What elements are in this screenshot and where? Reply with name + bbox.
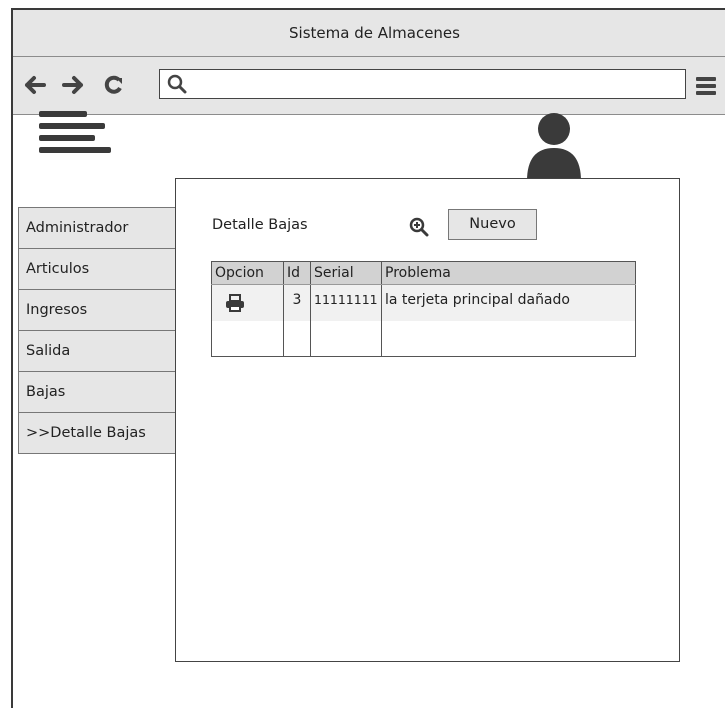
table-row — [211, 320, 636, 357]
column-header-id[interactable]: Id — [283, 261, 311, 285]
sidebar-item-articulos[interactable]: Articulos — [19, 249, 186, 290]
hamburger-menu-icon[interactable] — [39, 111, 111, 159]
search-icon — [167, 74, 187, 94]
column-header-serial[interactable]: Serial — [310, 261, 382, 285]
table-row[interactable]: 3 11111111 la terjeta principal dañado — [211, 284, 636, 321]
option-cell — [211, 284, 284, 321]
sidebar-item-ingresos[interactable]: Ingresos — [19, 290, 186, 331]
browser-menu-icon[interactable] — [696, 77, 716, 98]
user-avatar-icon[interactable] — [526, 109, 582, 189]
table-header-row: Opcion Id Serial Problema — [211, 261, 636, 285]
printer-icon[interactable] — [225, 294, 245, 316]
reload-icon[interactable] — [103, 75, 125, 100]
content-panel: Detalle Bajas Nuevo Opcion Id Serial Pro… — [175, 178, 680, 662]
sidebar-nav: Administrador Articulos Ingresos Salida … — [18, 207, 186, 454]
forward-arrow-icon[interactable] — [61, 75, 85, 100]
page-title: Detalle Bajas — [212, 217, 308, 233]
zoom-in-icon[interactable] — [409, 217, 429, 241]
column-header-opcion[interactable]: Opcion — [211, 261, 284, 285]
id-cell: 3 — [283, 284, 311, 321]
window-title: Sistema de Almacenes — [289, 24, 460, 42]
sidebar-item-administrador[interactable]: Administrador — [19, 208, 186, 249]
address-bar[interactable] — [159, 69, 686, 99]
title-bar: Sistema de Almacenes — [13, 10, 725, 57]
detail-table: Opcion Id Serial Problema 3 11111111 la … — [211, 261, 636, 357]
serial-cell: 11111111 — [310, 284, 382, 321]
back-arrow-icon[interactable] — [23, 75, 47, 100]
column-header-problema[interactable]: Problema — [381, 261, 636, 285]
problema-cell: la terjeta principal dañado — [381, 284, 636, 321]
sidebar-item-bajas[interactable]: Bajas — [19, 372, 186, 413]
browser-toolbar — [13, 57, 725, 115]
sidebar-item-detalle-bajas[interactable]: >>Detalle Bajas — [19, 413, 186, 453]
sidebar-item-salida[interactable]: Salida — [19, 331, 186, 372]
new-button[interactable]: Nuevo — [448, 209, 537, 240]
